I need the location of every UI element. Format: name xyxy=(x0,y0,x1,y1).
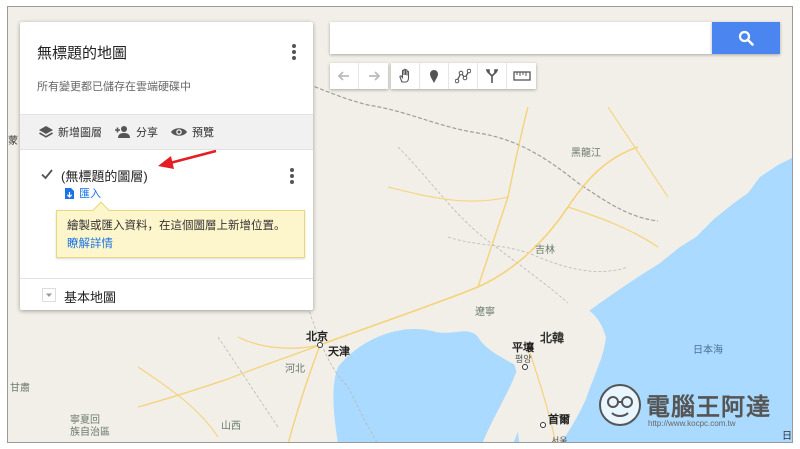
draw-line-button[interactable] xyxy=(449,63,478,89)
layer-visibility-checkbox[interactable] xyxy=(39,166,55,182)
import-label: 匯入 xyxy=(79,188,101,200)
preview-label: 預覽 xyxy=(192,127,214,139)
label-north-korea: 北韓 xyxy=(540,331,565,345)
hand-icon xyxy=(399,68,410,83)
map-options-button[interactable] xyxy=(284,42,304,62)
redo-icon xyxy=(368,71,380,81)
seoul-dot xyxy=(540,422,546,428)
route-icon xyxy=(486,69,498,83)
layers-icon xyxy=(39,126,53,138)
add-directions-button[interactable] xyxy=(478,63,507,89)
share-label: 分享 xyxy=(136,127,158,139)
label-ningxia-2: 族自治區 xyxy=(70,427,110,438)
watermark-url: http://www.kocpc.com.tw xyxy=(648,419,736,428)
label-beijing: 北京 xyxy=(306,331,328,343)
expand-icon xyxy=(42,288,56,302)
search-icon xyxy=(738,30,754,46)
basemap-row[interactable]: 基本地圖 xyxy=(20,284,313,308)
panel-divider xyxy=(20,278,313,279)
layer-tip: 繪製或匯入資料，在這個圖層上新增位置。 瞭解詳情 xyxy=(56,201,305,258)
red-annotation-arrow xyxy=(158,149,217,169)
save-status: 所有變更都已儲存在雲端硬碟中 xyxy=(37,81,191,93)
label-pyongyang-kr: 평양 xyxy=(515,354,532,364)
tip-arrow xyxy=(92,201,110,219)
line-icon xyxy=(455,68,471,84)
layer-name[interactable]: (無標題的圖層) xyxy=(61,166,148,185)
import-file-icon xyxy=(65,187,74,199)
pan-tool-button[interactable] xyxy=(391,63,420,89)
ruler-icon xyxy=(512,71,531,81)
label-shanxi: 山西 xyxy=(221,421,241,432)
history-tools xyxy=(330,63,388,89)
search-button[interactable] xyxy=(712,22,780,54)
label-seoul-kr: 서울 xyxy=(551,436,568,443)
person-add-icon xyxy=(115,126,130,138)
search-input[interactable] xyxy=(330,22,712,54)
label-seoul: 首爾 xyxy=(548,414,570,426)
add-layer-label: 新增圖層 xyxy=(58,127,102,139)
learn-more-link[interactable]: 瞭解詳情 xyxy=(67,238,113,250)
add-marker-button[interactable] xyxy=(420,63,449,89)
more-vert-icon xyxy=(292,44,296,48)
basemap-label: 基本地圖 xyxy=(64,290,117,305)
eye-icon xyxy=(171,128,187,136)
label-liaoning: 遼寧 xyxy=(475,307,495,318)
marker-icon xyxy=(430,70,438,83)
label-hebei: 河北 xyxy=(285,364,305,375)
label-heilongjiang: 黑龍江 xyxy=(571,148,601,159)
preview-button[interactable]: 預覽 xyxy=(170,124,214,140)
more-vert-icon xyxy=(290,168,294,172)
measure-button[interactable] xyxy=(507,63,536,89)
map-title[interactable]: 無標題的地圖 xyxy=(37,42,127,63)
share-button[interactable]: 分享 xyxy=(114,124,158,140)
label-gansu: 甘肅 xyxy=(10,383,30,394)
layer-options-button[interactable] xyxy=(282,166,302,186)
pyongyang-dot xyxy=(522,364,528,370)
tip-text: 繪製或匯入資料，在這個圖層上新增位置。 xyxy=(67,220,286,232)
undo-icon xyxy=(337,71,349,81)
label-tianjin: 天津 xyxy=(328,346,350,358)
undo-button[interactable] xyxy=(330,63,359,89)
label-sea-of-japan: 日本海 xyxy=(693,345,723,356)
label-jilin: 吉林 xyxy=(535,245,555,256)
screenshot-frame: 黑龍江 吉林 遼寧 北京 天津 河北 北韓 平壤 평양 日本海 甘肅 寧夏回 族… xyxy=(7,6,793,443)
import-link[interactable]: 匯入 xyxy=(64,185,101,201)
watermark-text: 電腦王阿達 xyxy=(646,394,771,421)
draw-tools xyxy=(391,63,536,89)
label-edge-mong: 蒙 xyxy=(8,136,18,147)
add-layer-button[interactable]: 新增圖層 xyxy=(38,124,102,140)
redo-button[interactable] xyxy=(359,63,388,89)
